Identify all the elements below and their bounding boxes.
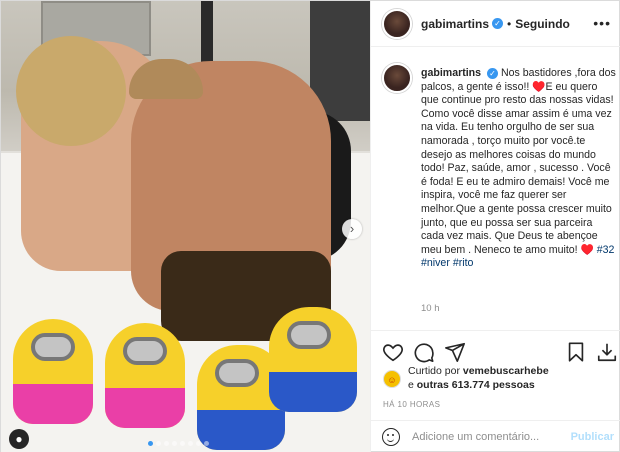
more-options-icon[interactable]: ••• [593,15,611,31]
carousel-dot [180,441,185,446]
likes-text: Curtido por vemebuscarhebe e outras 613.… [408,365,549,392]
post-photo[interactable]: › ● [1,1,370,452]
post-header: gabimartins ✓ • Seguindo ••• [371,1,620,47]
bookmark-icon[interactable] [565,341,587,363]
user-tag-icon[interactable]: ● [9,429,29,449]
avatar[interactable]: ☺ [383,369,401,388]
carousel-dot [148,441,153,446]
comment-bar: Publicar [371,420,620,452]
likes-mid: e [408,378,417,391]
header-separator: • [507,16,512,31]
carousel-dot [196,441,201,446]
post-timestamp: HÁ 10 HORAS [383,400,441,409]
likes-prefix: Curtido por [408,365,463,377]
caption-username[interactable]: gabimartins [421,67,481,79]
post-side-panel: gabimartins ✓ • Seguindo ••• gabimartins… [370,1,620,452]
hashtag-link[interactable]: #niver [421,257,450,269]
comment-icon[interactable] [413,341,435,363]
heart-icon[interactable] [382,341,404,363]
carousel-dot [188,441,193,446]
avatar[interactable] [382,8,412,39]
likes-user-link[interactable]: vemebuscarhebe [463,365,549,377]
carousel-dot [156,441,161,446]
minion-slipper-pink [105,323,185,428]
action-bar [371,330,620,370]
heart-emoji-icon: ♥️ [580,243,594,256]
comment-input[interactable] [412,431,562,443]
carousel-dot [204,441,209,446]
emoji-icon[interactable] [382,428,400,446]
verified-badge-icon: ✓ [492,18,504,29]
caption: gabimartins ✓ Nos bastidores ,fora dos p… [382,63,616,271]
download-icon[interactable] [596,341,618,363]
heart-emoji-icon: ♥️ [532,80,546,93]
likes-summary: ☺ Curtido por vemebuscarhebe e outras 61… [383,365,549,392]
caption-text: gabimartins ✓ Nos bastidores ,fora dos p… [421,67,616,271]
caption-body-2: E eu quero que continue pro resto das no… [421,80,614,256]
instagram-post-window: › ● gabimartins ✓ • Seguindo ••• gabimar… [0,0,620,452]
minion-slipper-pink [13,319,93,424]
hashtag-link[interactable]: #32 [597,244,615,256]
chevron-right-icon[interactable]: › [342,219,362,239]
person-left-hair [16,36,126,146]
publish-button[interactable]: Publicar [571,431,614,443]
following-button[interactable]: Seguindo [515,17,570,31]
hashtag-link[interactable]: #rito [453,257,474,269]
header-username[interactable]: gabimartins [421,17,489,31]
verified-badge-icon: ✓ [487,68,498,79]
share-icon[interactable] [444,341,466,363]
minion-slipper-blue [269,307,357,412]
carousel-dots [148,441,209,446]
avatar[interactable] [382,63,412,93]
caption-timestamp: 10 h [421,303,440,314]
carousel-dot [164,441,169,446]
carousel-dot [172,441,177,446]
likes-others-link[interactable]: outras 613.774 pessoas [417,379,535,391]
